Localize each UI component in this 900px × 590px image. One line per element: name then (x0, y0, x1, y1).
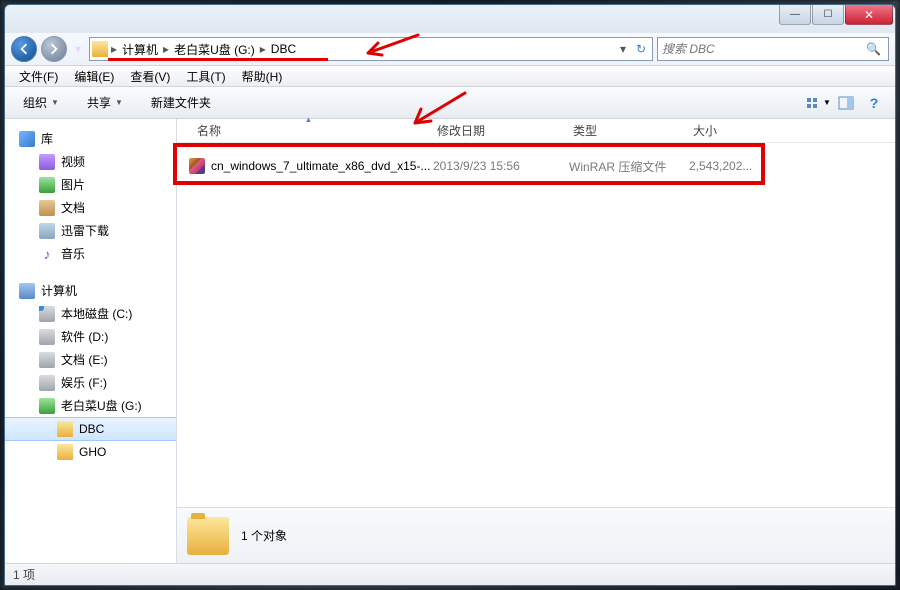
breadcrumb-folder[interactable]: DBC (267, 38, 300, 60)
sidebar-item-folder[interactable]: DBC (5, 417, 176, 441)
sidebar-item-drive[interactable]: 软件 (D:) (5, 325, 176, 348)
item-icon (39, 223, 55, 239)
status-text: 1 项 (13, 566, 35, 583)
folder-icon (57, 444, 73, 460)
annotation-underline (108, 58, 328, 61)
sidebar-item[interactable]: 迅雷下载 (5, 219, 176, 242)
column-size[interactable]: 大小 (685, 118, 775, 143)
breadcrumb-computer[interactable]: 计算机 (118, 38, 162, 60)
sidebar-libraries[interactable]: 库 (5, 127, 176, 150)
preview-pane-button[interactable] (833, 92, 859, 114)
folder-icon (92, 41, 108, 57)
forward-button[interactable] (41, 36, 67, 62)
back-button[interactable] (11, 36, 37, 62)
menu-help[interactable]: 帮助(H) (234, 66, 291, 87)
archive-icon (189, 158, 205, 174)
item-icon (39, 200, 55, 216)
view-options-button[interactable]: ▼ (805, 92, 831, 114)
file-row[interactable]: cn_windows_7_ultimate_x86_dvd_x15-...201… (187, 155, 885, 177)
folder-icon (187, 517, 229, 555)
item-icon: ♪ (39, 246, 55, 262)
organize-button[interactable]: 组织 ▼ (13, 90, 69, 115)
drive-icon (39, 329, 55, 345)
column-type[interactable]: 类型 (565, 118, 685, 143)
close-button[interactable]: ✕ (845, 5, 893, 25)
sidebar-item-drive[interactable]: 娱乐 (F:) (5, 371, 176, 394)
column-name[interactable]: 名称▲ (189, 118, 429, 143)
menu-file[interactable]: 文件(F) (11, 66, 66, 87)
address-bar[interactable]: ▸ 计算机 ▸ 老白菜U盘 (G:) ▸ DBC ▾ ↻ (89, 37, 653, 61)
menu-tools[interactable]: 工具(T) (178, 66, 233, 87)
search-input[interactable] (662, 42, 866, 56)
breadcrumb-drive[interactable]: 老白菜U盘 (G:) (170, 38, 259, 60)
nav-bar: ▾ ▸ 计算机 ▸ 老白菜U盘 (G:) ▸ DBC ▾ ↻ 🔍 (5, 33, 895, 65)
sort-indicator-icon: ▲ (305, 115, 313, 124)
sidebar-item-folder[interactable]: GHO (5, 441, 176, 463)
file-list-pane: 名称▲ 修改日期 类型 大小 cn_windows_7_ultimate_x86… (177, 119, 895, 563)
drive-icon (39, 375, 55, 391)
item-icon (39, 177, 55, 193)
menu-edit[interactable]: 编辑(E) (66, 66, 122, 87)
sidebar-item-drive[interactable]: 文档 (E:) (5, 348, 176, 371)
sidebar-item[interactable]: ♪音乐 (5, 242, 176, 265)
command-bar: 组织 ▼ 共享 ▼ 新建文件夹 ▼ ? (5, 87, 895, 119)
share-button[interactable]: 共享 ▼ (77, 90, 133, 115)
status-bar: 1 项 (5, 563, 895, 585)
details-count: 1 个对象 (241, 527, 287, 544)
navigation-pane[interactable]: 库 视频图片文档迅雷下载♪音乐 计算机 本地磁盘 (C:)软件 (D:)文档 (… (5, 119, 177, 563)
address-dropdown[interactable]: ▾ (614, 38, 632, 60)
drive-icon (39, 352, 55, 368)
menu-bar: 文件(F) 编辑(E) 查看(V) 工具(T) 帮助(H) (5, 65, 895, 87)
refresh-button[interactable]: ↻ (632, 38, 650, 60)
new-folder-button[interactable]: 新建文件夹 (141, 90, 221, 115)
search-icon: 🔍 (866, 42, 880, 56)
chevron-right-icon: ▸ (162, 42, 170, 56)
explorer-window: — ☐ ✕ ▾ ▸ 计算机 ▸ 老白菜U盘 (G:) ▸ DBC ▾ ↻ 🔍 (4, 4, 896, 586)
column-date[interactable]: 修改日期 (429, 118, 565, 143)
drive-icon (39, 398, 55, 414)
chevron-right-icon: ▸ (110, 42, 118, 56)
library-icon (19, 131, 35, 147)
minimize-button[interactable]: — (779, 5, 811, 25)
search-box[interactable]: 🔍 (657, 37, 889, 61)
help-button[interactable]: ? (861, 92, 887, 114)
maximize-button[interactable]: ☐ (812, 5, 844, 25)
title-bar[interactable]: — ☐ ✕ (5, 5, 895, 33)
details-pane: 1 个对象 (177, 507, 895, 563)
folder-icon (57, 421, 73, 437)
chevron-right-icon: ▸ (259, 42, 267, 56)
sidebar-item-drive[interactable]: 本地磁盘 (C:) (5, 302, 176, 325)
sidebar-item[interactable]: 图片 (5, 173, 176, 196)
sidebar-item[interactable]: 视频 (5, 150, 176, 173)
sidebar-item-drive[interactable]: 老白菜U盘 (G:) (5, 394, 176, 417)
menu-view[interactable]: 查看(V) (122, 66, 178, 87)
sidebar-computer[interactable]: 计算机 (5, 279, 176, 302)
column-headers: 名称▲ 修改日期 类型 大小 (177, 119, 895, 143)
sidebar-item[interactable]: 文档 (5, 196, 176, 219)
drive-icon (39, 306, 55, 322)
computer-icon (19, 283, 35, 299)
item-icon (39, 154, 55, 170)
nav-history-dropdown[interactable]: ▾ (71, 39, 85, 59)
